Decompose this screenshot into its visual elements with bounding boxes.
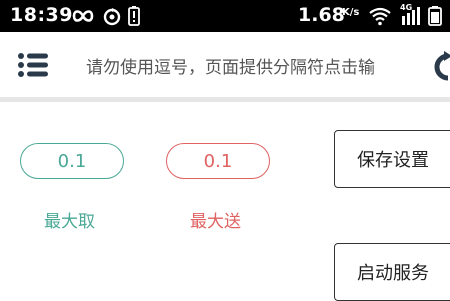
sync-circle-icon: [103, 8, 121, 26]
max-send-label: 最大送: [190, 212, 241, 232]
battery-saver-icon: [128, 6, 140, 26]
max-take-field[interactable]: 0.1: [20, 143, 124, 179]
max-send-value: 0.1: [203, 150, 233, 172]
hamburger-menu-icon[interactable]: [18, 52, 48, 78]
start-service-button[interactable]: 启动服务: [334, 243, 450, 301]
max-send-field[interactable]: 0.1: [166, 143, 270, 179]
search-input[interactable]: [86, 50, 416, 80]
signal-icon: [402, 7, 420, 25]
network-speed-unit: K/s: [342, 7, 360, 18]
status-bar: 18:39 1.68 K/s 4G: [0, 0, 450, 32]
max-take-value: 0.1: [57, 150, 87, 172]
status-time: 18:39: [10, 4, 73, 26]
refresh-icon[interactable]: [432, 50, 450, 84]
infinity-icon: [72, 10, 94, 22]
wifi-icon: [369, 7, 391, 26]
max-take-label: 最大取: [44, 212, 95, 232]
save-settings-button[interactable]: 保存设置: [334, 130, 450, 188]
app-toolbar: [0, 32, 450, 102]
network-speed: 1.68: [298, 4, 345, 26]
battery-icon: [428, 6, 442, 26]
